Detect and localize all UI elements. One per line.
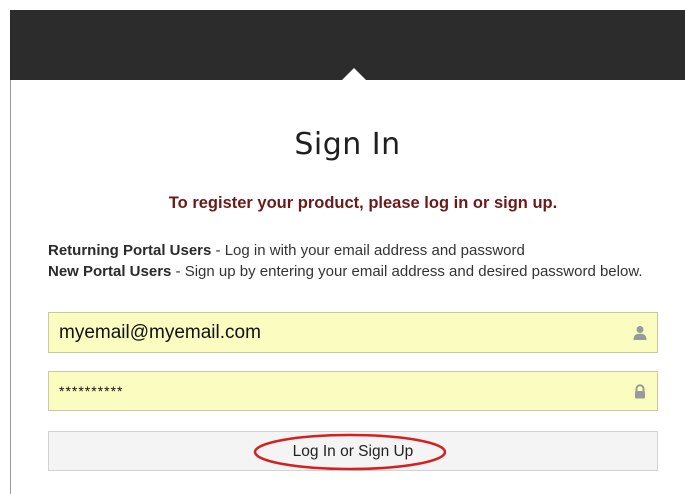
password-field[interactable]: **********	[48, 371, 658, 411]
lock-icon	[635, 384, 645, 399]
email-field[interactable]: myemail@myemail.com	[48, 312, 658, 353]
page-title: Sign In	[294, 127, 401, 162]
password-value: **********	[59, 383, 124, 399]
new-users-label: New Portal Users	[48, 263, 172, 280]
register-message: To register your product, please log in …	[168, 194, 558, 212]
header-notch	[342, 68, 366, 80]
returning-users-text: - Log in with your email address and pas…	[211, 242, 525, 259]
new-users-text: - Sign up by entering your email address…	[171, 263, 643, 280]
email-value: myemail@myemail.com	[59, 322, 261, 343]
returning-users-label: Returning Portal Users	[48, 242, 212, 259]
returning-users-line: Returning Portal Users - Log in with you…	[48, 240, 648, 261]
instructions: Returning Portal Users - Log in with you…	[48, 240, 648, 282]
new-users-line: New Portal Users - Sign up by entering y…	[48, 261, 648, 282]
user-icon	[633, 326, 647, 340]
sign-in-page: Sign In To register your product, please…	[0, 0, 685, 494]
highlight-circle-annotation	[253, 433, 447, 471]
